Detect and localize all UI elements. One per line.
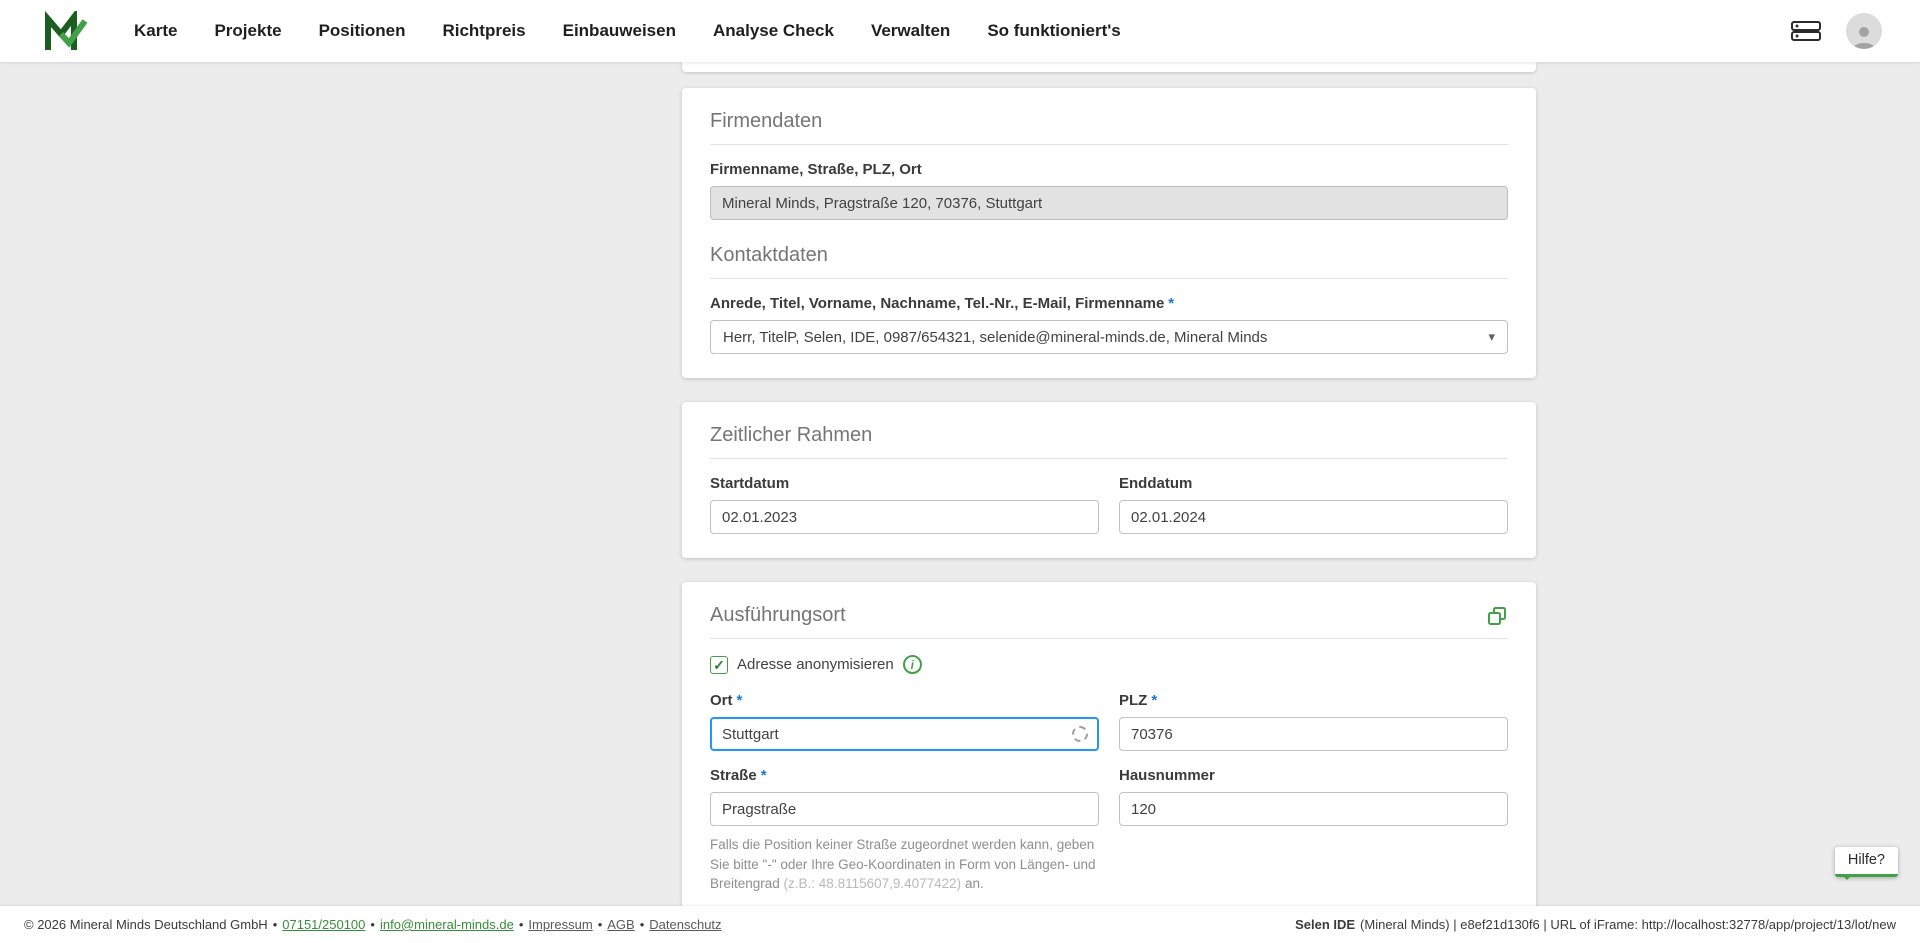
anonymize-row: ✓ Adresse anonymisieren i	[710, 655, 1508, 674]
enddatum-group: Enddatum	[1119, 475, 1508, 534]
top-nav: Karte Projekte Positionen Richtpreis Ein…	[0, 0, 1920, 62]
nav-item-verwalten[interactable]: Verwalten	[871, 21, 950, 41]
footer-user-info: Selen IDE	[1295, 917, 1356, 932]
nav-item-richtpreis[interactable]: Richtpreis	[442, 21, 525, 41]
firmendaten-title: Firmendaten	[710, 110, 823, 132]
required-marker: *	[1168, 295, 1175, 312]
footer-impressum-link[interactable]: Impressum	[528, 917, 592, 932]
loading-spinner-icon	[1072, 726, 1088, 742]
footer-agb-link[interactable]: AGB	[607, 917, 634, 932]
zeitlicher-rahmen-card: Zeitlicher Rahmen Startdatum Enddatum	[682, 402, 1536, 558]
startdatum-label: Startdatum	[710, 475, 790, 492]
nav-items: Karte Projekte Positionen Richtpreis Ein…	[134, 21, 1121, 41]
strasse-group: Straße* Falls die Position keiner Straße…	[710, 767, 1099, 894]
divider	[710, 278, 1508, 279]
kontakt-label-text: Anrede, Titel, Vorname, Nachname, Tel.-N…	[710, 295, 1165, 312]
footer-phone-link[interactable]: 07151/250100	[282, 917, 365, 932]
nav-item-einbauweisen[interactable]: Einbauweisen	[563, 21, 676, 41]
footer-session-info: (Mineral Minds) | e8ef21d130f6 | URL of …	[1360, 917, 1896, 932]
checkmark-icon: ✓	[713, 656, 725, 673]
divider	[710, 638, 1508, 639]
zeitlicher-rahmen-title: Zeitlicher Rahmen	[710, 424, 873, 446]
required-marker: *	[760, 767, 767, 784]
strasse-label: Straße *	[710, 767, 767, 784]
footer-email-link[interactable]: info@mineral-minds.de	[380, 917, 514, 932]
firmenname-input	[710, 186, 1508, 220]
previous-card-partial	[682, 62, 1536, 72]
main-content: Firmendaten Firmenname, Straße, PLZ, Ort…	[0, 62, 1920, 906]
nav-item-analyse-check[interactable]: Analyse Check	[713, 21, 834, 41]
footer: © 2026 Mineral Minds Deutschland GmbH • …	[0, 906, 1920, 943]
enddatum-label: Enddatum	[1119, 475, 1193, 492]
ausfuehrungsort-title: Ausführungsort	[710, 604, 846, 626]
footer-left: © 2026 Mineral Minds Deutschland GmbH • …	[24, 917, 722, 932]
page: Karte Projekte Positionen Richtpreis Ein…	[0, 0, 1920, 943]
ausfuehrungsort-card: Ausführungsort ✓ Adresse anonymisieren i…	[682, 582, 1536, 906]
mineral-minds-logo[interactable]	[44, 11, 88, 51]
divider	[710, 458, 1508, 459]
footer-right: Selen IDE (Mineral Minds) | e8ef21d130f6…	[1295, 917, 1896, 932]
help-button[interactable]: Hilfe?	[1834, 847, 1898, 880]
kontakt-select-value: Herr, TitelP, Selen, IDE, 0987/654321, s…	[723, 328, 1268, 346]
server-icon[interactable]	[1790, 19, 1822, 43]
nav-item-positionen[interactable]: Positionen	[319, 21, 406, 41]
nav-item-projekte[interactable]: Projekte	[214, 21, 281, 41]
logo-icon	[45, 11, 88, 50]
copy-icon	[1488, 606, 1506, 625]
firmendaten-card: Firmendaten Firmenname, Straße, PLZ, Ort…	[682, 88, 1536, 378]
plz-group: PLZ *	[1119, 692, 1508, 751]
divider	[710, 144, 1508, 145]
ort-label: Ort *	[710, 692, 743, 709]
kontakt-select[interactable]: Herr, TitelP, Selen, IDE, 0987/654321, s…	[710, 320, 1508, 354]
hint-example: (z.B.: 48.8115607,9.4077422)	[783, 876, 962, 892]
required-marker: *	[736, 692, 743, 709]
copyright-text: © 2026 Mineral Minds Deutschland GmbH	[24, 917, 268, 932]
strasse-input[interactable]	[710, 792, 1099, 826]
plz-label: PLZ *	[1119, 692, 1158, 709]
hausnummer-group: Hausnummer	[1119, 767, 1508, 894]
chevron-down-icon: ▾	[1488, 329, 1495, 344]
form-column: Firmendaten Firmenname, Straße, PLZ, Ort…	[682, 62, 1536, 906]
copy-address-button[interactable]	[1486, 605, 1508, 627]
nav-item-karte[interactable]: Karte	[134, 21, 177, 41]
strasse-hint: Falls die Position keiner Straße zugeord…	[710, 837, 1096, 892]
firmenname-label: Firmenname, Straße, PLZ, Ort	[710, 161, 922, 178]
topbar-right	[1790, 13, 1882, 49]
footer-datenschutz-link[interactable]: Datenschutz	[649, 917, 721, 932]
startdatum-group: Startdatum	[710, 475, 1099, 534]
nav-item-so-funktionierts[interactable]: So funktioniert's	[987, 21, 1120, 41]
anonymize-label: Adresse anonymisieren	[737, 656, 894, 673]
startdatum-input[interactable]	[710, 500, 1099, 534]
ort-input[interactable]	[710, 717, 1099, 751]
info-icon[interactable]: i	[902, 655, 922, 674]
plz-input[interactable]	[1119, 717, 1508, 751]
hausnummer-input[interactable]	[1119, 792, 1508, 826]
required-marker: *	[1151, 692, 1158, 709]
anonymize-checkbox[interactable]: ✓	[710, 655, 728, 674]
user-avatar[interactable]	[1846, 13, 1882, 49]
ort-group: Ort *	[710, 692, 1099, 751]
hausnummer-label: Hausnummer	[1119, 767, 1215, 784]
kontakt-label: Anrede, Titel, Vorname, Nachname, Tel.-N…	[710, 295, 1508, 312]
enddatum-input[interactable]	[1119, 500, 1508, 534]
kontaktdaten-title: Kontaktdaten	[710, 244, 828, 266]
